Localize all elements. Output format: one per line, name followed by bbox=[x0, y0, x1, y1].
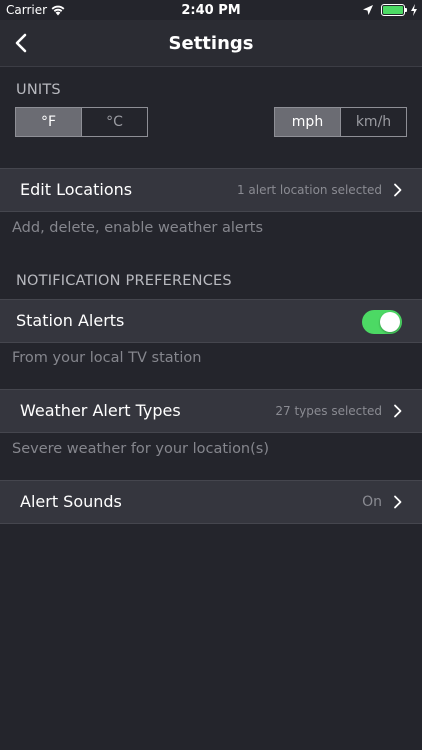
charging-bolt-icon bbox=[411, 4, 417, 16]
station-alerts-caption: From your local TV station bbox=[12, 350, 202, 366]
alert-sounds-value: On bbox=[362, 494, 382, 510]
weather-alert-types-row[interactable]: Weather Alert Types 27 types selected bbox=[0, 389, 422, 433]
notification-preferences-header: NOTIFICATION PREFERENCES bbox=[16, 273, 232, 289]
edit-locations-caption: Add, delete, enable weather alerts bbox=[12, 220, 264, 236]
page-title: Settings bbox=[168, 33, 254, 54]
kmh-option[interactable]: km/h bbox=[340, 108, 406, 136]
station-alerts-row: Station Alerts bbox=[0, 299, 422, 343]
station-alerts-toggle[interactable] bbox=[362, 310, 402, 334]
status-time: 2:40 PM bbox=[181, 3, 241, 18]
celsius-option[interactable]: °C bbox=[81, 108, 147, 136]
chevron-right-icon bbox=[394, 404, 402, 418]
fahrenheit-option[interactable]: °F bbox=[16, 108, 81, 136]
alert-sounds-row[interactable]: Alert Sounds On bbox=[0, 480, 422, 524]
status-bar: Carrier 2:40 PM bbox=[0, 0, 422, 20]
weather-alert-types-value: 27 types selected bbox=[275, 404, 382, 418]
battery-tip bbox=[405, 8, 407, 12]
weather-alert-types-caption: Severe weather for your location(s) bbox=[12, 441, 269, 457]
units-header: UNITS bbox=[16, 82, 61, 98]
edit-locations-row[interactable]: Edit Locations 1 alert location selected bbox=[0, 168, 422, 212]
alert-sounds-label: Alert Sounds bbox=[20, 492, 122, 511]
temperature-unit-segmented-control: °F °C bbox=[15, 107, 148, 137]
nav-bar: Settings bbox=[0, 20, 422, 67]
station-alerts-label: Station Alerts bbox=[16, 311, 125, 330]
chevron-right-icon bbox=[394, 495, 402, 509]
battery-icon bbox=[381, 4, 405, 16]
edit-locations-value: 1 alert location selected bbox=[236, 183, 382, 197]
speed-unit-segmented-control: mph km/h bbox=[274, 107, 407, 137]
toggle-knob bbox=[380, 312, 400, 332]
mph-option[interactable]: mph bbox=[275, 108, 340, 136]
chevron-right-icon bbox=[394, 183, 402, 197]
location-arrow-icon bbox=[363, 5, 373, 15]
weather-alert-types-label: Weather Alert Types bbox=[20, 401, 181, 420]
edit-locations-label: Edit Locations bbox=[20, 180, 133, 199]
